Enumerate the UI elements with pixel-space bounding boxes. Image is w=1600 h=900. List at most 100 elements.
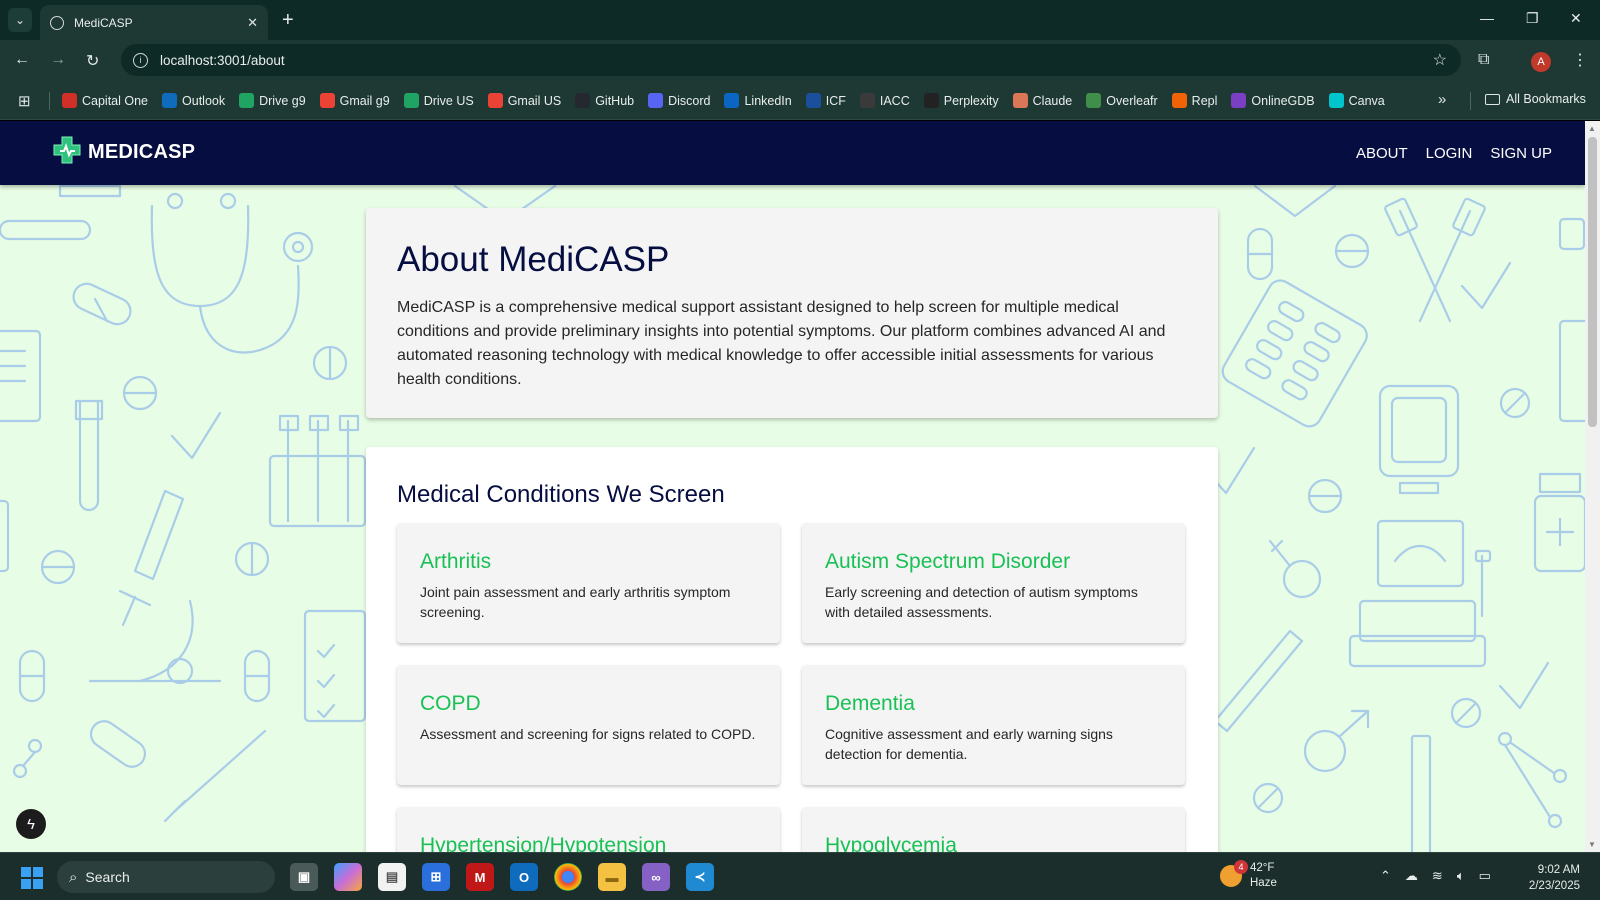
bookmark-favicon-icon [575,93,591,108]
bookmark-item[interactable]: IACC [859,93,910,108]
more-bookmarks-icon[interactable]: » [1438,91,1446,108]
wifi-icon[interactable]: ≋ [1432,868,1443,884]
taskbar-search-box[interactable]: ⌕ Search [57,861,275,893]
condition-card-arthritis[interactable]: Arthritis Joint pain assessment and earl… [397,523,780,643]
all-bookmarks-button[interactable]: All Bookmarks [1485,92,1586,106]
bookmark-label: Overleafr [1106,93,1158,108]
scrollbar-thumb[interactable] [1588,137,1597,427]
volume-icon[interactable]: 🔈︎ [1457,868,1465,884]
page-scrollbar[interactable]: ▲ ▼ [1585,121,1600,852]
medicasp-logo-icon[interactable] [52,135,82,165]
bookmark-item[interactable]: Canva [1328,93,1385,108]
browser-tab-bar: ⌄ MediCASP ✕ + — ❐ ✕ [0,0,1600,40]
bookmark-favicon-icon [1086,93,1102,108]
bookmark-favicon-icon [1231,93,1247,108]
show-hidden-icons-chevron-icon[interactable]: ⌃ [1380,868,1391,884]
system-tray: ⌃ ☁ ≋ 🔈︎ ▭ [1380,868,1491,884]
bookmark-item[interactable]: Drive g9 [239,93,306,108]
bookmark-item[interactable]: Gmail US [487,93,562,108]
apps-grid-icon[interactable]: ⊞ [18,92,31,110]
bookmark-favicon-icon [319,93,335,108]
condition-card-dementia[interactable]: Dementia Cognitive assessment and early … [802,665,1185,785]
tab-search-button[interactable]: ⌄ [8,8,32,32]
restore-icon[interactable]: ❐ [1526,10,1539,27]
taskbar-clock[interactable]: 9:02 AM 2/23/2025 [1522,862,1580,894]
mcafee-icon[interactable]: M [466,863,494,891]
bookmark-item[interactable]: Overleafr [1086,93,1158,108]
bookmark-item[interactable]: Discord [648,93,710,108]
profile-avatar[interactable]: A [1531,52,1551,72]
bookmark-item[interactable]: OnlineGDB [1231,93,1315,108]
extensions-icon[interactable]: ⧉ [1478,51,1489,69]
reload-icon[interactable]: ↻ [86,51,99,71]
folder-icon [1485,93,1500,105]
clock-date: 2/23/2025 [1528,880,1580,892]
lightning-assist-button[interactable]: ϟ [16,809,46,839]
condition-name: Hypoglycemia [825,834,957,852]
close-tab-icon[interactable]: ✕ [247,15,258,31]
bookmark-label: Capital One [82,93,149,108]
close-window-icon[interactable]: ✕ [1570,10,1582,27]
bookmark-favicon-icon [648,93,664,108]
scroll-up-arrow-icon[interactable]: ▲ [1588,124,1596,133]
about-description: MediCASP is a comprehensive medical supp… [397,299,1166,388]
brand-name[interactable]: MEDICASP [88,141,195,164]
browser-tab-active[interactable]: MediCASP ✕ [40,5,268,40]
page-viewport: MEDICASP ABOUT LOGIN SIGN UP About MediC… [0,121,1585,852]
bookmark-favicon-icon [923,93,939,108]
bookmark-favicon-icon [1012,93,1028,108]
address-bar[interactable]: i localhost:3001/about ☆ [121,44,1461,76]
minimize-icon[interactable]: — [1480,10,1494,26]
forward-arrow-icon[interactable]: → [50,51,66,69]
condition-name: COPD [420,692,481,715]
bookmark-item[interactable]: Outlook [162,93,225,108]
tab-title: MediCASP [74,15,133,30]
copilot-icon[interactable] [334,863,362,891]
condition-card-hypoglycemia[interactable]: Hypoglycemia [802,807,1185,852]
page-title: About MediCASP [397,240,670,279]
browser-menu-icon[interactable]: ⋮ [1572,50,1588,70]
bookmark-item[interactable]: Claude [1012,93,1072,108]
bookmarks-divider [49,92,50,110]
notepad-icon[interactable]: ▤ [378,863,406,891]
condition-card-copd[interactable]: COPD Assessment and screening for signs … [397,665,780,785]
visual-studio-icon[interactable]: ∞ [642,863,670,891]
bookmark-item[interactable]: LinkedIn [724,93,792,108]
site-info-icon[interactable]: i [133,52,148,68]
condition-description: Assessment and screening for signs relat… [420,726,756,742]
file-explorer-icon[interactable]: ▬ [598,863,626,891]
globe-icon [50,15,64,30]
nav-signup-link[interactable]: SIGN UP [1490,145,1552,162]
condition-card-hypertension[interactable]: Hypertension/Hypotension [397,807,780,852]
outlook-icon[interactable]: O [510,863,538,891]
back-arrow-icon[interactable]: ← [14,51,30,69]
bookmark-label: Gmail US [507,93,562,108]
bookmark-item[interactable]: GitHub [575,93,634,108]
windows-start-icon[interactable] [21,867,43,889]
new-tab-button[interactable]: + [282,9,294,32]
nav-about-link[interactable]: ABOUT [1356,145,1408,162]
battery-icon[interactable]: ▭ [1479,868,1491,884]
vscode-icon[interactable]: ≺ [686,863,714,891]
bookmark-item[interactable]: Repl [1171,93,1218,108]
site-header: MEDICASP ABOUT LOGIN SIGN UP [0,121,1585,185]
bookmark-item[interactable]: ICF [805,93,846,108]
bookmark-item[interactable]: Gmail g9 [319,93,390,108]
condition-name: Autism Spectrum Disorder [825,550,1071,573]
chrome-icon[interactable] [554,863,582,891]
bookmark-label: Gmail g9 [339,93,390,108]
weather-temp: 42°F [1250,862,1275,874]
bookmark-item[interactable]: Drive US [403,93,474,108]
onedrive-cloud-icon[interactable]: ☁ [1405,868,1418,884]
bookmark-item[interactable]: Perplexity [923,93,999,108]
task-view-icon[interactable]: ▣ [290,863,318,891]
scroll-down-arrow-icon[interactable]: ▼ [1588,840,1596,849]
condition-card-autism[interactable]: Autism Spectrum Disorder Early screening… [802,523,1185,643]
weather-widget[interactable]: 4 42°F Haze [1220,860,1277,891]
bookmark-item[interactable]: Capital One [62,93,148,108]
nav-login-link[interactable]: LOGIN [1426,145,1473,162]
bookmark-label: Repl [1191,93,1218,108]
bookmark-star-icon[interactable]: ☆ [1433,50,1447,70]
microsoft-store-icon[interactable]: ⊞ [422,863,450,891]
bookmark-label: Canva [1348,93,1385,108]
